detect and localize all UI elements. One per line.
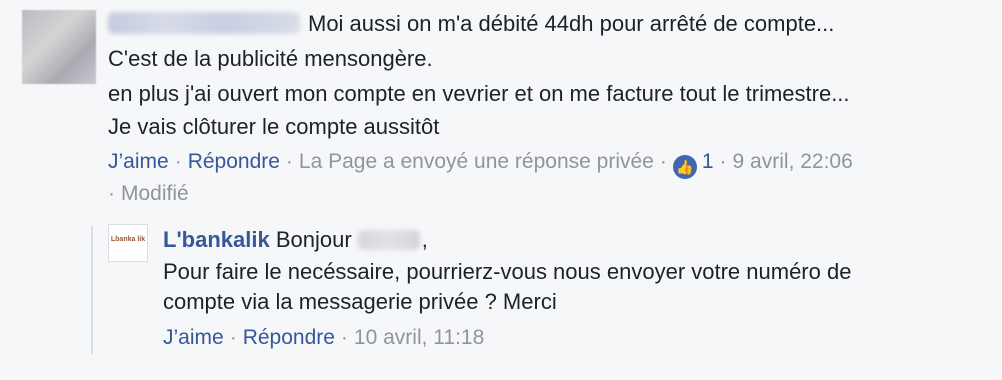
separator: · [719, 150, 727, 173]
separator: · [108, 182, 115, 205]
reply-text-3: compte via la messagerie privée ? Merci [163, 289, 557, 314]
reply-greeting: Bonjour [275, 227, 352, 252]
reply-thread-line [91, 226, 93, 354]
comment-text-3: en plus j'ai ouvert mon compte en vevrie… [108, 81, 850, 106]
thumbs-up-icon[interactable]: 👍 [672, 155, 697, 179]
separator: · [174, 150, 182, 173]
private-reply-status: La Page a envoyé une réponse privée [298, 150, 654, 173]
reply-greeting-suffix: , [421, 227, 428, 252]
reply-link[interactable]: Répondre [188, 150, 280, 173]
avatar[interactable] [22, 10, 96, 84]
comment-line-1: Moi aussi on m'a débité 44dh pour arrêté… [108, 10, 834, 38]
comment-text-1: Moi aussi on m'a débité 44dh pour arrêté… [308, 11, 835, 36]
comment-text-4: Je vais clôturer le compte aussitôt [108, 114, 440, 139]
comment-text-2: C'est de la publicité mensongère. [108, 46, 433, 71]
reply-reply-link[interactable]: Répondre [243, 326, 335, 349]
edited-row: · Modifié [108, 180, 189, 208]
separator: · [659, 150, 667, 173]
like-link[interactable]: J’aime [108, 150, 169, 173]
timestamp[interactable]: 9 avril, 22:06 [733, 150, 853, 173]
reply-line-1: L'bankalik Bonjour, [163, 226, 428, 254]
comment-actions: J’aime · Répondre · La Page a envoyé une rép… [108, 148, 853, 179]
reply-like-link[interactable]: J’aime [163, 326, 224, 349]
author-name-blurred[interactable] [108, 12, 300, 34]
mentioned-name-blurred[interactable] [357, 230, 420, 250]
reply-actions: J’aime · Répondre · 10 avril, 11:18 [163, 324, 484, 352]
reply-timestamp[interactable]: 10 avril, 11:18 [354, 326, 484, 349]
separator: · [340, 326, 348, 349]
reply-author[interactable]: L'bankalik [163, 227, 270, 252]
like-count[interactable]: 1 [702, 150, 714, 173]
reply-text-2: Pour faire le necéssaire, pourrierz-vous… [163, 259, 852, 284]
separator: · [285, 150, 293, 173]
edited-label[interactable]: Modifié [121, 182, 189, 205]
separator: · [229, 326, 237, 349]
page-avatar[interactable]: Lbanka lik [108, 224, 148, 262]
